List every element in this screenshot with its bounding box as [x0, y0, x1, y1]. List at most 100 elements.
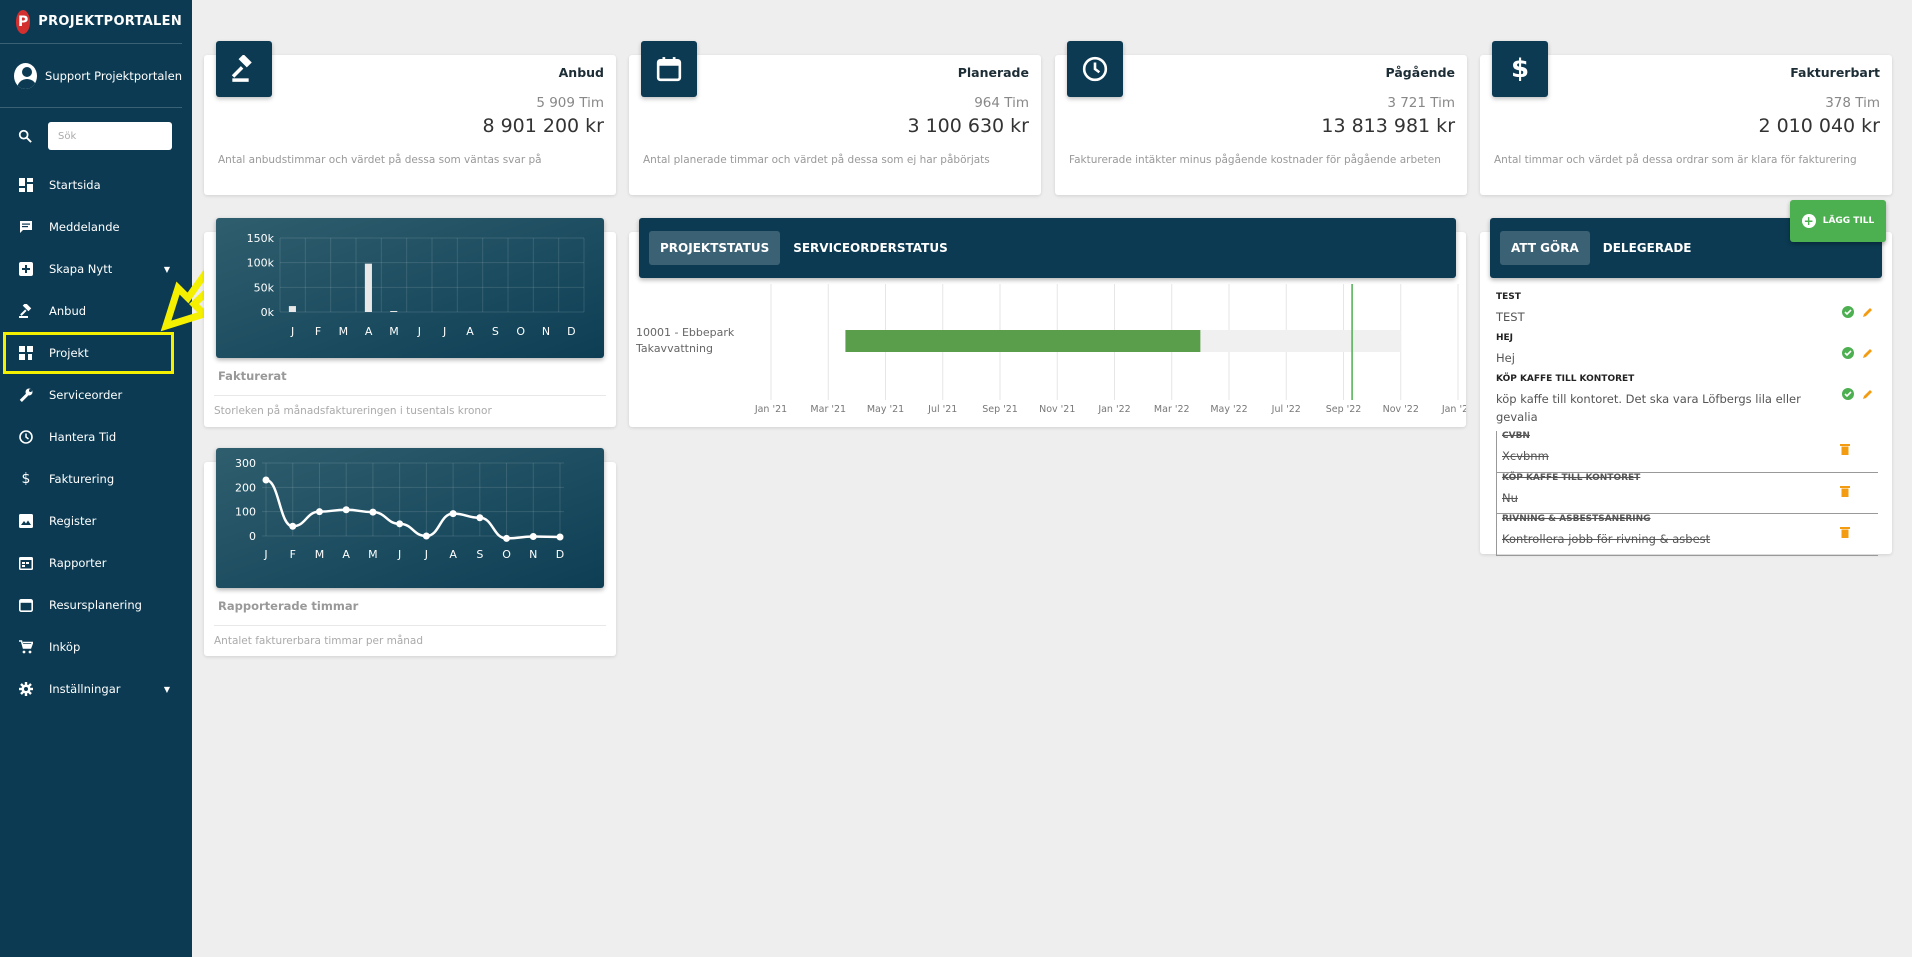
x-tick-label: J [290, 325, 294, 338]
x-tick-label: S [492, 325, 499, 338]
data-point [315, 508, 323, 516]
sidebar-item-label: Register [49, 514, 97, 528]
x-tick-label: Mar '21 [810, 404, 846, 415]
avatar-icon [14, 62, 38, 89]
stat-title: Planerade [957, 65, 1029, 80]
sidebar-item-resursplanering[interactable]: Resursplanering [0, 584, 192, 626]
todo-text: Kontrollera jobb för rivning & asbest [1502, 532, 1711, 546]
todo-item-done[interactable]: KÖP KAFFE TILL KONTORET Nu [1496, 473, 1878, 514]
todo-text: Xcvbnm [1502, 449, 1549, 463]
stat-title: Anbud [558, 65, 604, 80]
tab-att-gora[interactable]: ATT GÖRA [1500, 231, 1590, 265]
sidebar-item-serviceorder[interactable]: Serviceorder [0, 374, 192, 416]
gear-icon [18, 681, 34, 697]
data-point [289, 522, 297, 530]
x-tick-label: J [417, 325, 421, 338]
fakturerat-card: 150k 100k 50k 0k J F M A M J J A S O N D Fakturerat Sto… [204, 218, 616, 427]
sidebar-item-rapporter[interactable]: Rapporter [0, 542, 192, 584]
todo-item-done[interactable]: CVBN Xcvbnm [1496, 431, 1878, 473]
sidebar-item-label: Rapporter [49, 556, 107, 570]
stat-amount: 2 010 040 kr [1758, 115, 1880, 137]
data-point [556, 533, 564, 541]
todo-text: köp kaffe till kontoret. Det ska vara Lö… [1496, 392, 1801, 424]
stat-hours: 378 Tim [1825, 95, 1880, 111]
trash-icon[interactable] [1840, 526, 1850, 538]
todo-text: Nu [1502, 491, 1518, 505]
data-point [262, 476, 270, 484]
y-tick-label: 50k [254, 281, 275, 294]
x-tick-label: N [529, 548, 537, 561]
edit-icon[interactable] [1862, 388, 1874, 400]
trash-icon[interactable] [1840, 485, 1850, 497]
y-tick-label: 0k [261, 306, 275, 319]
todo-title: KÖP KAFFE TILL KONTORET [1502, 473, 1641, 483]
data-point [422, 532, 430, 540]
sidebar-item-hantera-tid[interactable]: Hantera Tid [0, 416, 192, 458]
bar-chart-svg: 150k 100k 50k 0k J F M A M J J A S O N D [247, 232, 585, 338]
sidebar-item-fakturering[interactable]: $ Fakturering [0, 458, 192, 500]
user-name: Support Projektportalen [45, 68, 182, 83]
x-tick-label: Jul '21 [927, 404, 957, 415]
rapporterade-timmar-chart: 300 200 100 0 J F M A M J J A S O N D [216, 448, 604, 588]
todo-item[interactable]: TEST TEST [1496, 292, 1878, 326]
bar [288, 306, 296, 312]
sidebar-item-startsida[interactable]: Startsida [0, 164, 192, 206]
add-todo-button[interactable]: + LÄGG TILL [1790, 200, 1886, 242]
sidebar-item-label: Projekt [49, 346, 89, 360]
stat-card-fakturerbart: $ Fakturerbart 378 Tim 2 010 040 kr Anta… [1480, 41, 1892, 195]
x-tick-label: J [442, 325, 446, 338]
x-tick-label: J [397, 548, 401, 561]
todo-item[interactable]: KÖP KAFFE TILL KONTORET köp kaffe till k… [1496, 374, 1878, 426]
user-menu[interactable]: Support Projektportalen [0, 44, 182, 108]
todo-title: TEST [1496, 292, 1521, 302]
bar [390, 311, 398, 312]
data-point [396, 520, 404, 528]
app-logo-row[interactable]: P PROJEKTPORTALEN [0, 0, 182, 44]
edit-icon[interactable] [1862, 347, 1874, 359]
x-tick-label: May '21 [867, 404, 904, 415]
edit-icon[interactable] [1862, 306, 1874, 318]
sidebar-item-projekt[interactable]: Projekt [3, 332, 174, 374]
calendar-icon [641, 41, 697, 97]
data-point [503, 534, 511, 542]
stat-title: Pågående [1385, 65, 1455, 80]
sidebar-item-label: Serviceorder [49, 388, 123, 402]
chart-title: Fakturerat [218, 369, 287, 383]
data-point [369, 508, 377, 516]
x-tick-label: F [290, 548, 296, 561]
fakturerat-chart: 150k 100k 50k 0k J F M A M J J A S O N D [216, 218, 604, 358]
stat-description: Antal timmar och värdet på dessa ordrar … [1494, 154, 1857, 166]
tab-delegerade[interactable]: DELEGERADE [1592, 231, 1703, 265]
sidebar-item-installningar[interactable]: Inställningar ▼ [0, 668, 192, 710]
divider [214, 395, 606, 396]
x-tick-label: S [476, 548, 483, 561]
app-logo-icon: P [16, 9, 31, 34]
search-input[interactable] [48, 122, 172, 150]
x-tick-label: J [424, 548, 428, 561]
x-tick-label: M [315, 548, 325, 561]
sidebar: P PROJEKTPORTALEN Support Projektportale… [0, 0, 192, 957]
todo-item-done[interactable]: RIVNING & ASBESTSANERING Kontrollera job… [1496, 514, 1878, 556]
stat-description: Fakturerade intäkter minus pågående kost… [1069, 154, 1441, 166]
y-tick-label: 300 [235, 457, 256, 470]
sidebar-item-label: Anbud [49, 304, 87, 318]
dollar-icon: $ [21, 471, 31, 487]
todo-card: ATT GÖRA DELEGERADE TEST TEST HEJ Hej KÖ… [1480, 218, 1892, 556]
sidebar-item-register[interactable]: Register [0, 500, 192, 542]
line-chart-svg: 3002001000J F M A M J J A S O N D [235, 457, 564, 561]
check-circle-icon[interactable] [1842, 388, 1854, 400]
x-tick-label: A [365, 325, 373, 338]
data-point [449, 510, 457, 518]
todo-item[interactable]: HEJ Hej [1496, 333, 1878, 367]
x-tick-label: Jan '21 [754, 404, 787, 415]
trash-icon[interactable] [1840, 443, 1850, 455]
caret-down-icon: ▼ [163, 684, 170, 694]
check-circle-icon[interactable] [1842, 306, 1854, 318]
data-point [342, 506, 350, 514]
sidebar-item-inkop[interactable]: Inköp [0, 626, 192, 668]
sidebar-item-meddelande[interactable]: Meddelande [0, 206, 192, 248]
sidebar-item-label: Inköp [49, 640, 81, 654]
todo-title: RIVNING & ASBESTSANERING [1502, 514, 1651, 524]
cart-icon [18, 639, 34, 655]
check-circle-icon[interactable] [1842, 347, 1854, 359]
